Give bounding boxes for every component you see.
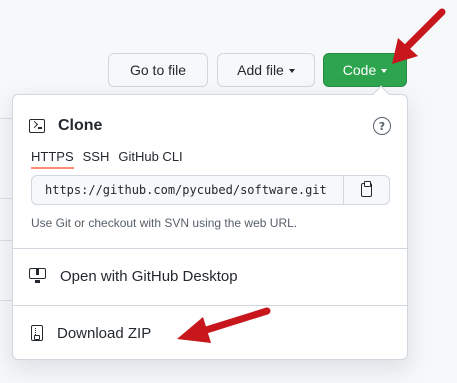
annotation-arrow-download (177, 307, 271, 343)
open-with-desktop-item[interactable]: Open with GitHub Desktop (29, 263, 391, 289)
file-zip-icon (31, 325, 43, 341)
tab-https[interactable]: HTTPS (31, 149, 74, 169)
code-label: Code (342, 62, 377, 78)
tab-github-cli[interactable]: GitHub CLI (118, 149, 182, 169)
dropdown-pointer (372, 85, 390, 103)
clipboard-icon (361, 181, 372, 197)
go-to-file-label: Go to file (129, 62, 187, 78)
clone-protocol-tabs: HTTPS SSH GitHub CLI (31, 149, 192, 169)
page-separator (0, 118, 12, 119)
open-with-desktop-label: Open with GitHub Desktop (60, 267, 238, 285)
terminal-icon (29, 119, 45, 133)
download-zip-label: Download ZIP (57, 324, 152, 342)
add-file-label: Add file (237, 62, 284, 78)
question-icon[interactable]: ? (373, 117, 391, 135)
desktop-download-icon (29, 268, 46, 284)
add-file-button[interactable]: Add file (217, 53, 315, 87)
page-separator (0, 300, 12, 301)
clone-hint: Use Git or checkout with SVN using the w… (31, 216, 298, 230)
copy-url-button[interactable] (343, 176, 389, 204)
menu-divider (13, 248, 407, 249)
clone-url-group (31, 175, 390, 205)
tab-ssh[interactable]: SSH (83, 149, 110, 169)
annotation-arrow-code (392, 8, 446, 64)
page-separator (0, 240, 12, 241)
chevron-down-icon (288, 69, 295, 73)
clone-url-input[interactable] (32, 176, 343, 204)
clone-title: Clone (58, 117, 103, 134)
clone-header: Clone ? (29, 115, 391, 137)
repo-toolbar: Go to file Add file Code (108, 53, 407, 87)
go-to-file-button[interactable]: Go to file (108, 53, 208, 87)
page-separator (0, 198, 12, 199)
